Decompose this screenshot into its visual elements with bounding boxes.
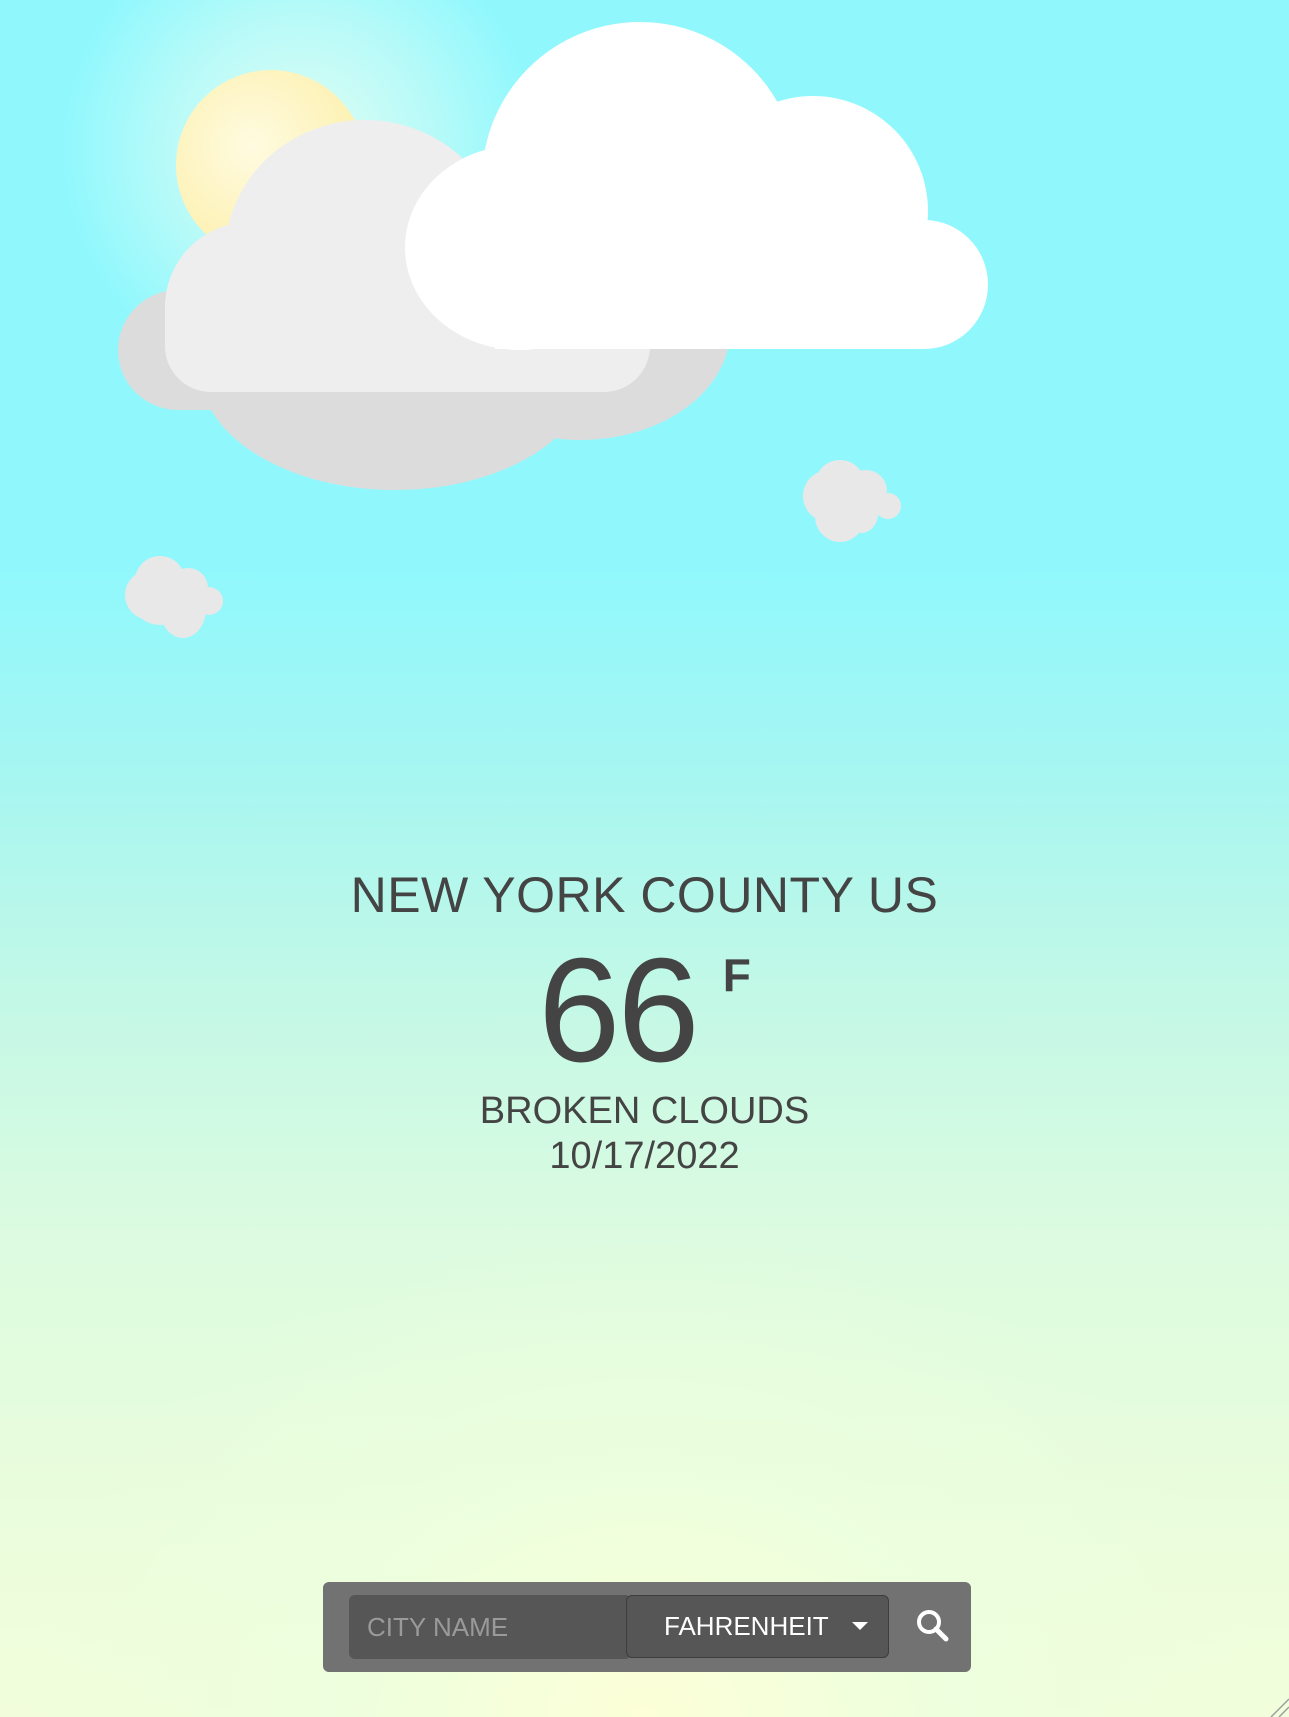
temperature-row: 66 F: [0, 936, 1289, 1086]
location-title: NEW YORK COUNTY US: [350, 867, 939, 923]
search-toolbar: FAHRENHEIT: [323, 1582, 971, 1672]
weather-description: BROKEN CLOUDS: [479, 1090, 810, 1132]
weather-illustration: [0, 0, 1289, 700]
weather-info: NEW YORK COUNTY US 66 F BROKEN CLOUDS 10/…: [0, 860, 1289, 1178]
unit-select-value: FAHRENHEIT: [664, 1611, 829, 1641]
temperature-value: 66: [538, 928, 700, 1093]
search-button[interactable]: [903, 1596, 963, 1656]
unit-select[interactable]: FAHRENHEIT: [626, 1595, 889, 1658]
city-name-input[interactable]: [349, 1595, 631, 1659]
temperature-unit: F: [722, 949, 751, 1001]
chevron-down-icon: [852, 1622, 868, 1630]
search-icon: [917, 1610, 949, 1642]
weather-date: 10/17/2022: [549, 1135, 740, 1177]
resize-handle-icon[interactable]: [1267, 1695, 1289, 1717]
